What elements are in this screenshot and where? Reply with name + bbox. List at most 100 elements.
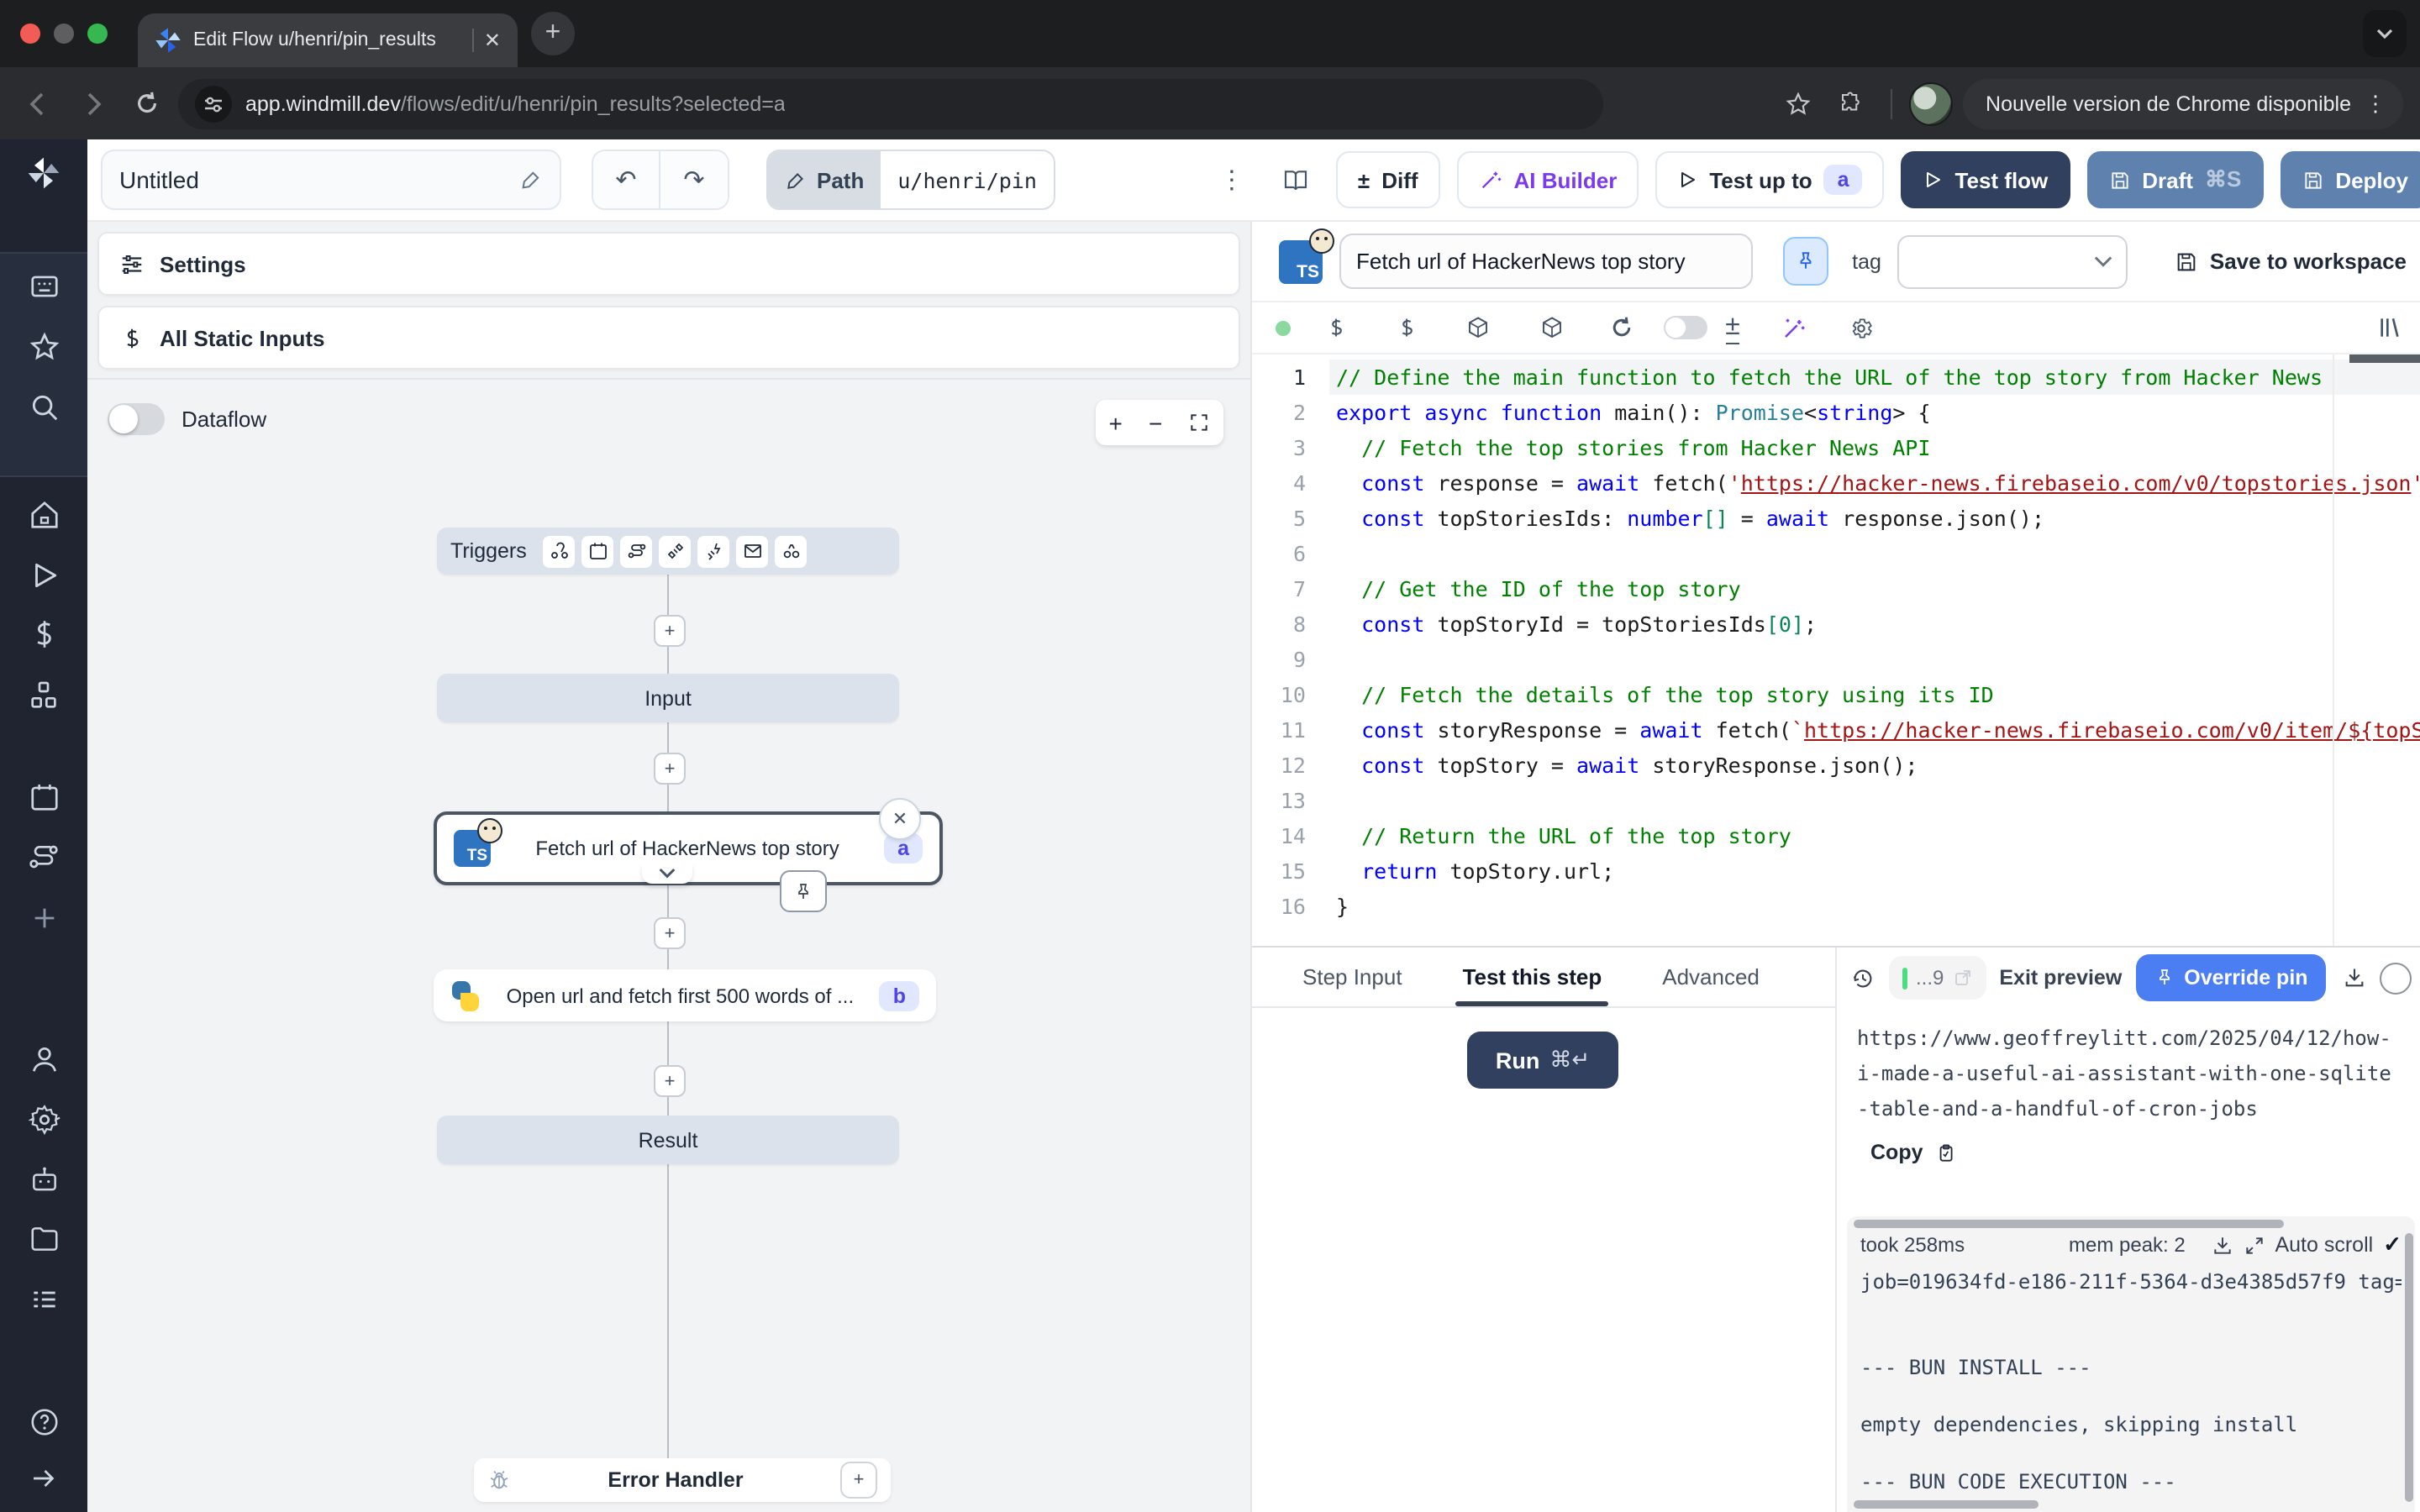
back-button[interactable] (17, 81, 60, 125)
job-id-pill[interactable]: ...9 (1889, 956, 1986, 1000)
diff-editor-icon[interactable]: ± (1714, 312, 1751, 344)
bookmark-star-icon[interactable] (1776, 81, 1819, 125)
pinned-indicator-button[interactable] (1782, 237, 1828, 286)
test-up-to-step-badge[interactable]: a (1824, 165, 1863, 195)
edit-title-icon[interactable] (519, 168, 543, 192)
tab-step-input[interactable]: Step Input (1302, 948, 1402, 1006)
zoom-in-button[interactable]: + (1109, 409, 1123, 436)
code-line[interactable]: 4 const response = await fetch('https://… (1252, 465, 2420, 501)
minimize-window-button[interactable] (54, 24, 74, 44)
flow-canvas[interactable]: Dataflow + − Triggers (87, 378, 1250, 1512)
docs-book-button[interactable] (1272, 156, 1319, 203)
sidebar-item-add[interactable] (25, 899, 62, 936)
code-line[interactable]: 12 const topStory = await storyResponse.… (1252, 748, 2420, 783)
editor-scrollbar-thumb[interactable] (2349, 354, 2420, 363)
sidebar-item-home[interactable] (25, 496, 62, 533)
add-step-button[interactable]: + (654, 917, 686, 949)
step-name-input[interactable] (1339, 234, 1752, 289)
schedule-trigger-icon[interactable] (582, 535, 614, 567)
exit-preview-button[interactable]: Exit preview (1999, 966, 2122, 990)
log-vertical-scrollbar[interactable] (2405, 1233, 2413, 1502)
ai-assistant-icon[interactable] (1768, 315, 1818, 340)
deploy-button[interactable]: Deploy (2280, 151, 2420, 208)
diff-mode-toggle[interactable] (1664, 316, 1707, 339)
triggers-node[interactable]: Triggers (437, 528, 899, 575)
error-handler-node[interactable]: Error Handler + (474, 1458, 891, 1502)
auto-scroll-checkbox[interactable]: ✓ (2383, 1231, 2402, 1258)
history-icon[interactable] (1850, 965, 1876, 990)
test-flow-button[interactable]: Test flow (1902, 151, 2070, 208)
windmill-logo[interactable] (25, 155, 62, 192)
undo-button[interactable]: ↶ (593, 151, 660, 208)
external-link-icon[interactable] (1952, 968, 1972, 988)
add-step-button[interactable]: + (654, 753, 686, 785)
close-tab-icon[interactable]: ✕ (484, 29, 501, 52)
add-step-button[interactable]: + (654, 1065, 686, 1097)
sidebar-item-favorites[interactable] (25, 328, 62, 365)
browser-tab[interactable]: Edit Flow u/henri/pin_results ✕ (138, 13, 518, 67)
sidebar-item-runs[interactable] (25, 556, 62, 593)
sidebar-item-help[interactable] (25, 1403, 62, 1440)
draft-button[interactable]: Draft ⌘S (2086, 151, 2263, 208)
code-line[interactable]: 16} (1252, 889, 2420, 924)
save-to-workspace-button[interactable]: Save to workspace (2175, 249, 2407, 274)
code-line[interactable]: 9 (1252, 642, 2420, 677)
sidebar-item-schedules[interactable] (25, 778, 62, 815)
tab-advanced[interactable]: Advanced (1662, 948, 1760, 1006)
code-line[interactable]: 2export async function main(): Promise<s… (1252, 395, 2420, 430)
run-button[interactable]: Run ⌘↵ (1467, 1032, 1618, 1089)
forward-button[interactable] (71, 81, 114, 125)
code-line[interactable]: 11 const storyResponse = await fetch(`ht… (1252, 712, 2420, 748)
http-route-trigger-icon[interactable] (621, 535, 653, 567)
copy-result-button[interactable]: Copy (1870, 1141, 2403, 1164)
code-line[interactable]: 10 // Fetch the details of the top story… (1252, 677, 2420, 712)
editor-settings-gear-icon[interactable] (1835, 315, 1886, 340)
tag-select[interactable] (1898, 234, 2128, 288)
new-tab-button[interactable]: + (531, 12, 575, 55)
sidebar-item-settings[interactable] (25, 1100, 62, 1137)
log-horizontal-scrollbar[interactable] (1854, 1220, 2284, 1228)
profile-avatar[interactable] (1908, 81, 1952, 125)
kafka-trigger-icon[interactable] (698, 535, 730, 567)
code-line[interactable]: 7 // Get the ID of the top story (1252, 571, 2420, 606)
poll-trigger-icon[interactable] (776, 535, 808, 567)
result-node[interactable]: Result (437, 1116, 899, 1164)
step-node-b[interactable]: Open url and fetch first 500 words of ..… (434, 969, 936, 1021)
code-line[interactable]: 13 (1252, 783, 2420, 818)
add-error-handler-button[interactable]: + (840, 1462, 877, 1499)
reload-button[interactable] (124, 81, 168, 125)
sidebar-item-resources[interactable] (25, 677, 62, 714)
sidebar-item-routes[interactable] (25, 838, 62, 875)
reload-code-icon[interactable] (1597, 316, 1647, 339)
download-result-icon[interactable] (2344, 966, 2367, 990)
sidebar-item-variables[interactable] (25, 615, 62, 652)
sidebar-item-audit-logs[interactable] (25, 1280, 62, 1317)
sidebar-item-workspace[interactable] (25, 267, 62, 304)
code-line[interactable]: 15 return topStory.url; (1252, 853, 2420, 889)
flow-settings-row[interactable]: Settings (97, 232, 1240, 296)
sidebar-collapse-icon[interactable] (25, 1460, 62, 1497)
variables-picker-icon[interactable] (1311, 316, 1361, 339)
add-step-button[interactable]: + (654, 615, 686, 647)
code-line[interactable]: 3 // Fetch the top stories from Hacker N… (1252, 430, 2420, 465)
code-line[interactable]: 14 // Return the URL of the top story (1252, 818, 2420, 853)
sidebar-item-users[interactable] (25, 1040, 62, 1077)
chrome-update-button[interactable]: Nouvelle version de Chrome disponible ⋮ (1962, 78, 2403, 129)
expand-logs-icon[interactable] (2243, 1234, 2265, 1256)
websocket-trigger-icon[interactable] (660, 535, 692, 567)
code-line[interactable]: 5 const topStoriesIds: number[] = await … (1252, 501, 2420, 536)
diff-button[interactable]: ± Diff (1336, 151, 1440, 208)
site-settings-icon[interactable] (195, 85, 232, 122)
code-line[interactable]: 1// Define the main function to fetch th… (1252, 360, 2420, 395)
browser-menu-icon[interactable]: ⋮ (2365, 90, 2386, 117)
path-chip[interactable]: Path u/henri/pin (766, 150, 1055, 210)
log-panel[interactable]: took 258ms mem peak: 2 Auto scroll (1847, 1216, 2415, 1512)
close-window-button[interactable] (20, 24, 40, 44)
maximize-window-button[interactable] (87, 24, 108, 44)
more-options-button[interactable]: ⋮ (1208, 156, 1255, 203)
expand-step-chevron[interactable] (642, 864, 692, 884)
ai-builder-button[interactable]: AI Builder (1457, 151, 1639, 208)
sidebar-item-search[interactable] (25, 388, 62, 425)
zoom-out-button[interactable]: − (1149, 409, 1162, 436)
sidebar-item-ai[interactable] (25, 1161, 62, 1198)
